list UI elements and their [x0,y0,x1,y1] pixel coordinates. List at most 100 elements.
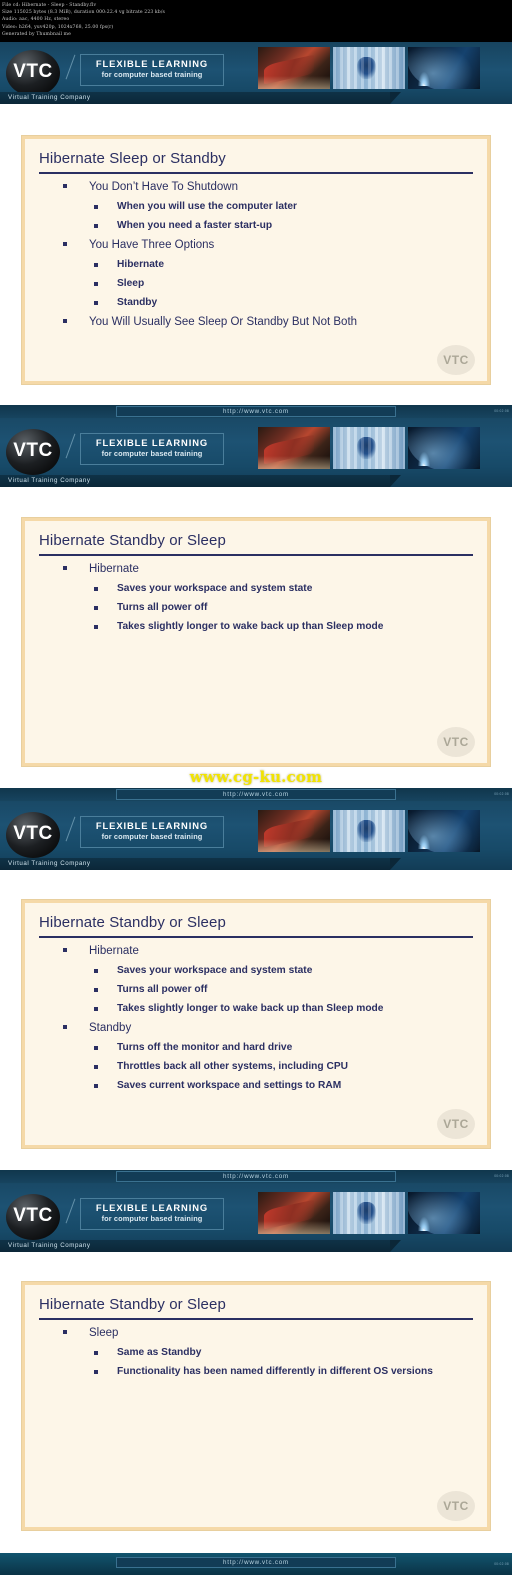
list-item: Sleep [39,1323,475,1343]
timecode-label: 00:02:08 [494,1562,509,1566]
metadata-line: Generated by Thumbnail me [2,31,71,37]
tagline-sub: for computer based training [101,70,203,79]
logo-slash-divider [65,433,76,459]
list-item: Standby [39,293,475,312]
slide-corner-watermark: VTC [437,345,475,375]
tagline-box: FLEXIBLE LEARNING for computer based tra… [80,54,224,86]
list-item: Functionality has been named differently… [39,1362,475,1381]
light-beam-curve-photo [408,427,480,469]
hands-on-keyboard-photo [258,1192,330,1234]
list-item-label: You Don’t Have To Shutdown [89,181,238,193]
timecode-label: 00:02:08 [494,409,509,413]
tagline-sub: for computer based training [101,449,203,458]
hands-on-keyboard-photo [258,810,330,852]
list-item: Turns off the monitor and hard drive [39,1038,475,1057]
vtc-banner: VTC FLEXIBLE LEARNING for computer based… [0,42,512,104]
tagline-box: FLEXIBLE LEARNING for computer based tra… [80,816,224,848]
tagline-main: FLEXIBLE LEARNING [95,1202,209,1213]
bullet-square-icon [94,301,98,305]
list-item-label: Hibernate [117,259,164,270]
metadata-line: Video: h264, yuv420p, 1024x768, 25.00 fp… [2,24,114,30]
bottom-url-bar: http://www.vtc.com 00:02:08 [0,1553,512,1575]
list-item-label: When you will use the computer later [117,201,298,212]
list-item: Hibernate [39,255,475,274]
light-beam-curve-photo [408,810,480,852]
tagline-sub: for computer based training [101,832,203,841]
company-name-label: Virtual Training Company [0,92,401,104]
title-rule [39,936,473,938]
list-item: When you will use the computer later [39,197,475,216]
slide-bullet-list: You Don’t Have To Shutdown When you will… [39,177,475,332]
office-building-person-photo [333,810,405,852]
slide: Hibernate Standby or Sleep Hibernate Sav… [21,517,491,767]
list-item-label: Same as Standby [117,1347,202,1358]
vtc-banner: http://www.vtc.com 00:02:08 VTC FLEXIBLE… [0,1170,512,1252]
slide-bullet-list: Sleep Same as Standby Functionality has … [39,1323,475,1381]
bullet-square-icon [94,224,98,228]
vtc-logo-text: VTC [13,1205,53,1226]
list-item-label: Turns all power off [117,984,208,995]
bullet-square-icon [63,184,67,188]
site-watermark: www.cg-ku.com [189,768,323,786]
list-item: Turns all power off [39,598,475,617]
list-item: When you need a faster start-up [39,216,475,235]
list-item: Hibernate [39,559,475,579]
site-url-label: http://www.vtc.com [116,406,396,417]
bullet-square-icon [63,319,67,323]
list-item: Saves current workspace and settings to … [39,1076,475,1095]
vtc-logo-icon: VTC [6,812,60,858]
timecode-label: 00:02:08 [494,1174,509,1178]
slide-corner-watermark: VTC [437,1109,475,1139]
bullet-square-icon [94,1084,98,1088]
banner-photo-strip [258,47,480,89]
list-item-label: Sleep [89,1327,119,1339]
list-item: Standby [39,1018,475,1038]
list-item-label: Takes slightly longer to wake back up th… [117,621,384,632]
site-url-label: http://www.vtc.com [116,1171,396,1182]
bullet-square-icon [63,1330,67,1334]
bullet-square-icon [94,1007,98,1011]
bullet-square-icon [94,282,98,286]
banner-photo-strip [258,1192,480,1234]
office-building-person-photo [333,427,405,469]
company-name-label: Virtual Training Company [0,1240,401,1252]
tagline-box: FLEXIBLE LEARNING for computer based tra… [80,433,224,465]
list-item: Saves your workspace and system state [39,579,475,598]
list-item-label: You Have Three Options [89,239,215,251]
title-rule [39,172,473,174]
slide-corner-watermark: VTC [437,1491,475,1521]
list-item-label: Turns off the monitor and hard drive [117,1042,293,1053]
vtc-banner: http://www.vtc.com 00:02:08 VTC FLEXIBLE… [0,405,512,487]
list-item: You Have Three Options [39,235,475,255]
company-name-label: Virtual Training Company [0,858,401,870]
list-item: Takes slightly longer to wake back up th… [39,617,475,636]
slide: Hibernate Sleep or Standby You Don’t Hav… [21,135,491,385]
url-bar: http://www.vtc.com 00:02:08 [0,405,512,418]
list-item: Hibernate [39,941,475,961]
bullet-square-icon [94,988,98,992]
title-rule [39,554,473,556]
slide-title: Hibernate Standby or Sleep [39,532,226,549]
slide-corner-watermark: VTC [437,727,475,757]
bullet-square-icon [63,948,67,952]
hands-on-keyboard-photo [258,47,330,89]
list-item: Sleep [39,274,475,293]
list-item-label: Takes slightly longer to wake back up th… [117,1003,384,1014]
vtc-banner: http://www.vtc.com 00:02:08 VTC FLEXIBLE… [0,788,512,870]
bullet-square-icon [94,1046,98,1050]
slide: Hibernate Standby or Sleep Sleep Same as… [21,1281,491,1531]
video-metadata-block: File cd: Hibernate - Sleep - Standby.flv… [0,0,512,42]
tagline-main: FLEXIBLE LEARNING [95,437,209,448]
vtc-logo-icon: VTC [6,50,60,96]
tagline-sub: for computer based training [101,1214,203,1223]
url-bar: http://www.vtc.com 00:02:08 [0,788,512,801]
vtc-logo-text: VTC [13,440,53,461]
bullet-square-icon [94,625,98,629]
list-item: You Will Usually See Sleep Or Standby Bu… [39,312,475,332]
vtc-logo-icon: VTC [6,429,60,475]
bullet-square-icon [94,1370,98,1374]
tagline-main: FLEXIBLE LEARNING [95,58,209,69]
hands-on-keyboard-photo [258,427,330,469]
company-name-label: Virtual Training Company [0,475,401,487]
metadata-line: Audio: aac, 4400 Hz, stereo [2,17,70,23]
